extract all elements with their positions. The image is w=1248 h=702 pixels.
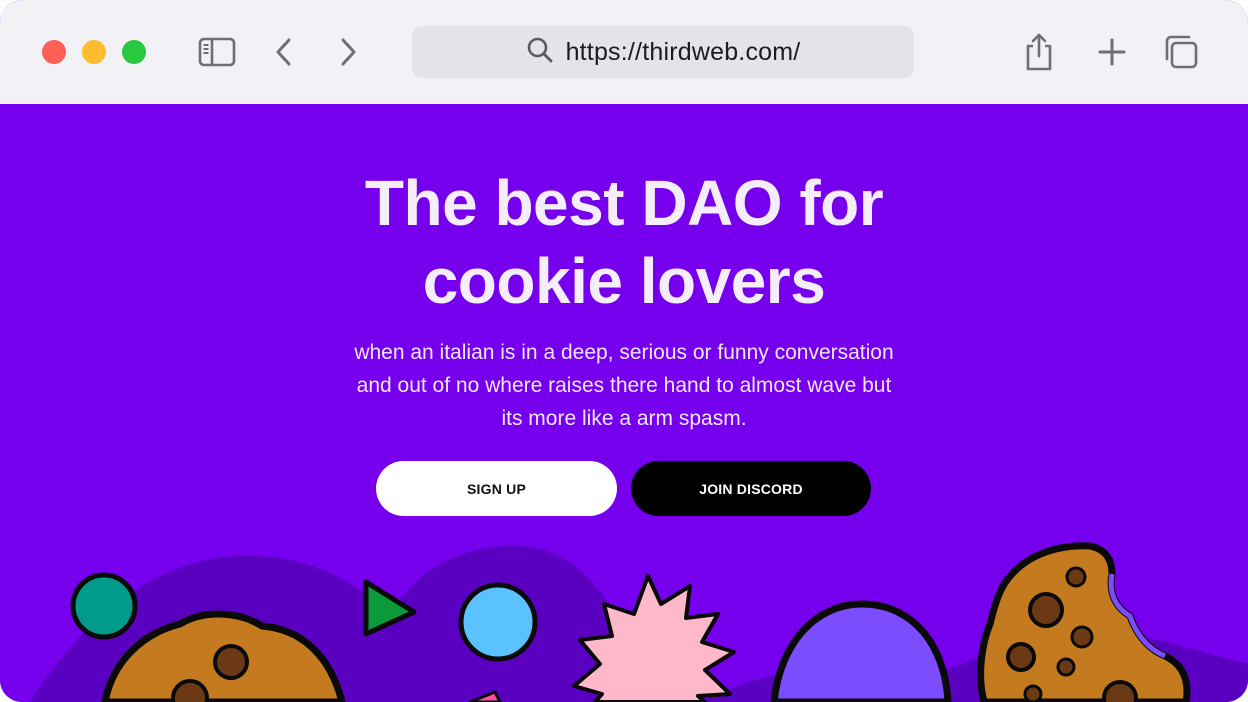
browser-toolbar: https://thirdweb.com/ bbox=[0, 0, 1248, 104]
bitten-cookie-icon bbox=[977, 542, 1191, 702]
chevron-left-icon[interactable] bbox=[260, 28, 308, 76]
sidebar-icon[interactable] bbox=[193, 28, 241, 76]
headline-line: cookie lovers bbox=[422, 245, 826, 317]
address-url[interactable]: https://thirdweb.com/ bbox=[566, 38, 801, 67]
plus-icon[interactable] bbox=[1088, 28, 1136, 76]
blue-circle-shape bbox=[458, 582, 538, 662]
hero-section: The best DAO for cookie lovers when an i… bbox=[0, 104, 1248, 702]
hero-subtitle: when an italian is in a deep, serious or… bbox=[354, 341, 894, 430]
red-close-icon[interactable] bbox=[42, 40, 66, 64]
join-discord-button[interactable]: JOIN DISCORD bbox=[631, 461, 871, 516]
search-icon bbox=[526, 36, 554, 69]
sign-up-button[interactable]: SIGN UP bbox=[376, 461, 617, 516]
browser-window: https://thirdweb.com/ The best DAO for c… bbox=[0, 0, 1248, 702]
tabs-overview-icon[interactable] bbox=[1157, 28, 1205, 76]
green-zoom-icon[interactable] bbox=[122, 40, 146, 64]
teal-circle-shape bbox=[70, 572, 138, 640]
share-icon[interactable] bbox=[1015, 28, 1063, 76]
headline-line: The best DAO for bbox=[364, 167, 884, 239]
yellow-minimize-icon[interactable] bbox=[82, 40, 106, 64]
chevron-right-icon[interactable] bbox=[324, 28, 372, 76]
lilac-blob-shape bbox=[770, 600, 952, 702]
hero-headline: The best DAO for cookie lovers bbox=[0, 164, 1248, 320]
address-bar[interactable]: https://thirdweb.com/ bbox=[412, 26, 914, 78]
